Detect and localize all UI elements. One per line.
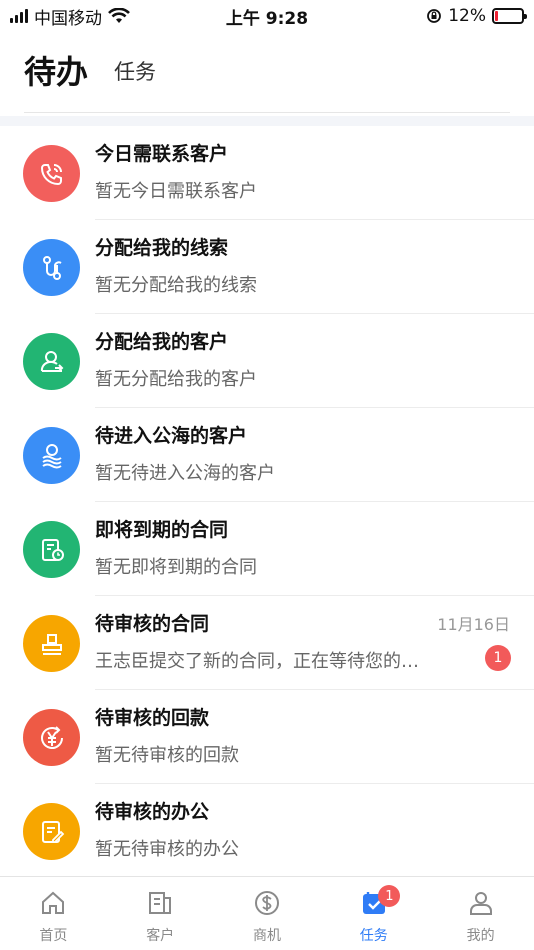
list-item[interactable]: 待进入公海的客户暂无待进入公海的客户 (0, 408, 534, 502)
item-title: 即将到期的合同 (95, 519, 229, 541)
item-subtitle: 暂无待进入公海的客户 (95, 463, 275, 484)
item-date: 11月16日 (437, 615, 510, 634)
tab-bar-item[interactable]: 商机 (214, 877, 321, 950)
tab-bar-label: 首页 (39, 928, 68, 944)
item-subtitle: 暂无待审核的办公 (95, 839, 239, 860)
tab-todo[interactable]: 待办 (24, 50, 88, 94)
page-header: 待办 任务 (24, 50, 510, 113)
list-item[interactable]: 待审核的合同王志臣提交了新的合同，正在等待您的… 11月16日 1 (0, 596, 534, 690)
item-subtitle: 王志臣提交了新的合同，正在等待您的… (95, 651, 419, 672)
yuan-icon (23, 709, 80, 766)
item-title: 待进入公海的客户 (95, 425, 248, 447)
status-bar: 中国移动 上午 9:28 12% (0, 0, 534, 32)
phone-icon (23, 145, 80, 202)
tab-bar-label: 任务 (359, 928, 388, 944)
item-title: 待审核的回款 (95, 707, 210, 729)
edit-doc-icon (23, 803, 80, 860)
tab-bar-item[interactable]: 任务 1 (320, 877, 427, 950)
user-wave-icon (23, 427, 80, 484)
home-icon (39, 889, 67, 921)
item-subtitle: 暂无待审核的回款 (95, 745, 239, 766)
list-item[interactable]: 今日需联系客户暂无今日需联系客户 (0, 126, 534, 220)
list-item[interactable]: 分配给我的线索暂无分配给我的线索 (0, 220, 534, 314)
wifi-icon (108, 8, 130, 23)
item-subtitle: 暂无分配给我的客户 (95, 369, 257, 390)
item-title: 今日需联系客户 (95, 143, 229, 165)
battery-percent: 12% (448, 6, 486, 26)
tab-bar-item[interactable]: 我的 (427, 877, 534, 950)
tab-bar-label: 客户 (146, 928, 175, 944)
item-title: 待审核的合同 (95, 613, 210, 635)
customer-icon (146, 889, 174, 921)
user-assign-icon (23, 333, 80, 390)
route-icon (23, 239, 80, 296)
tab-bar-item[interactable]: 客户 (107, 877, 214, 950)
list-item[interactable]: 待审核的办公暂无待审核的办公 (0, 784, 534, 878)
item-subtitle: 暂无今日需联系客户 (95, 181, 257, 202)
orientation-lock-icon (427, 9, 442, 23)
item-subtitle: 暂无即将到期的合同 (95, 557, 257, 578)
status-right: 12% (324, 6, 527, 26)
tab-task[interactable]: 任务 (114, 50, 156, 94)
item-title: 待审核的办公 (95, 801, 210, 823)
list-item[interactable]: 待审核的回款暂无待审核的回款 (0, 690, 534, 784)
bottom-tab-bar: 首页 客户 商机 任务 1 我的 (0, 876, 534, 950)
item-title: 分配给我的线索 (95, 237, 229, 259)
signal-icon (10, 9, 28, 23)
tab-bar-label: 我的 (466, 928, 495, 944)
tab-bar-label: 商机 (252, 928, 281, 944)
list-item[interactable]: 即将到期的合同暂无即将到期的合同 (0, 502, 534, 596)
status-left: 中国移动 (10, 4, 210, 29)
section-gap (0, 116, 534, 126)
tab-badge: 1 (378, 885, 401, 907)
unread-badge: 1 (485, 645, 511, 671)
stamp-icon (23, 615, 80, 672)
tab-bar-item[interactable]: 首页 (0, 877, 107, 950)
profile-icon (467, 889, 495, 921)
carrier-label: 中国移动 (34, 8, 102, 29)
clock: 上午 9:28 (225, 8, 309, 29)
item-subtitle: 暂无分配给我的线索 (95, 275, 257, 296)
list-item[interactable]: 分配给我的客户暂无分配给我的客户 (0, 314, 534, 408)
battery-icon (492, 8, 527, 24)
contract-clock-icon (23, 521, 80, 578)
todo-list: 今日需联系客户 暂无今日需联系客户 分配给我的线索 暂无分配给我的线索 分配给我的客户暂… (0, 126, 534, 878)
item-title: 分配给我的客户 (95, 331, 229, 353)
dollar-icon (253, 889, 281, 921)
